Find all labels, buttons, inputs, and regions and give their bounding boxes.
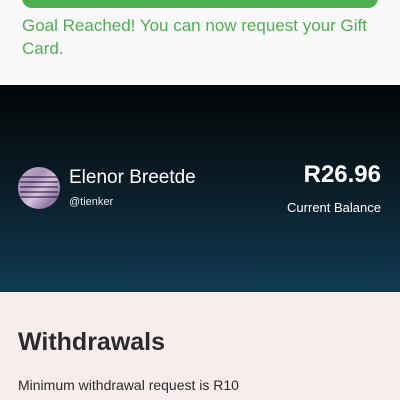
withdrawals-title: Withdrawals bbox=[18, 328, 166, 356]
balance-label: Current Balance bbox=[287, 200, 381, 215]
balance-amount: R26.96 bbox=[303, 161, 381, 188]
avatar[interactable] bbox=[18, 167, 60, 209]
user-name: Elenor Breetde bbox=[69, 167, 196, 188]
goal-reached-message[interactable]: Goal Reached! You can now request your G… bbox=[22, 14, 382, 60]
minimum-withdrawal-text: Minimum withdrawal request is R10 bbox=[18, 377, 239, 393]
goal-progress-bar bbox=[22, 0, 378, 8]
user-handle: @tienker bbox=[69, 196, 114, 208]
